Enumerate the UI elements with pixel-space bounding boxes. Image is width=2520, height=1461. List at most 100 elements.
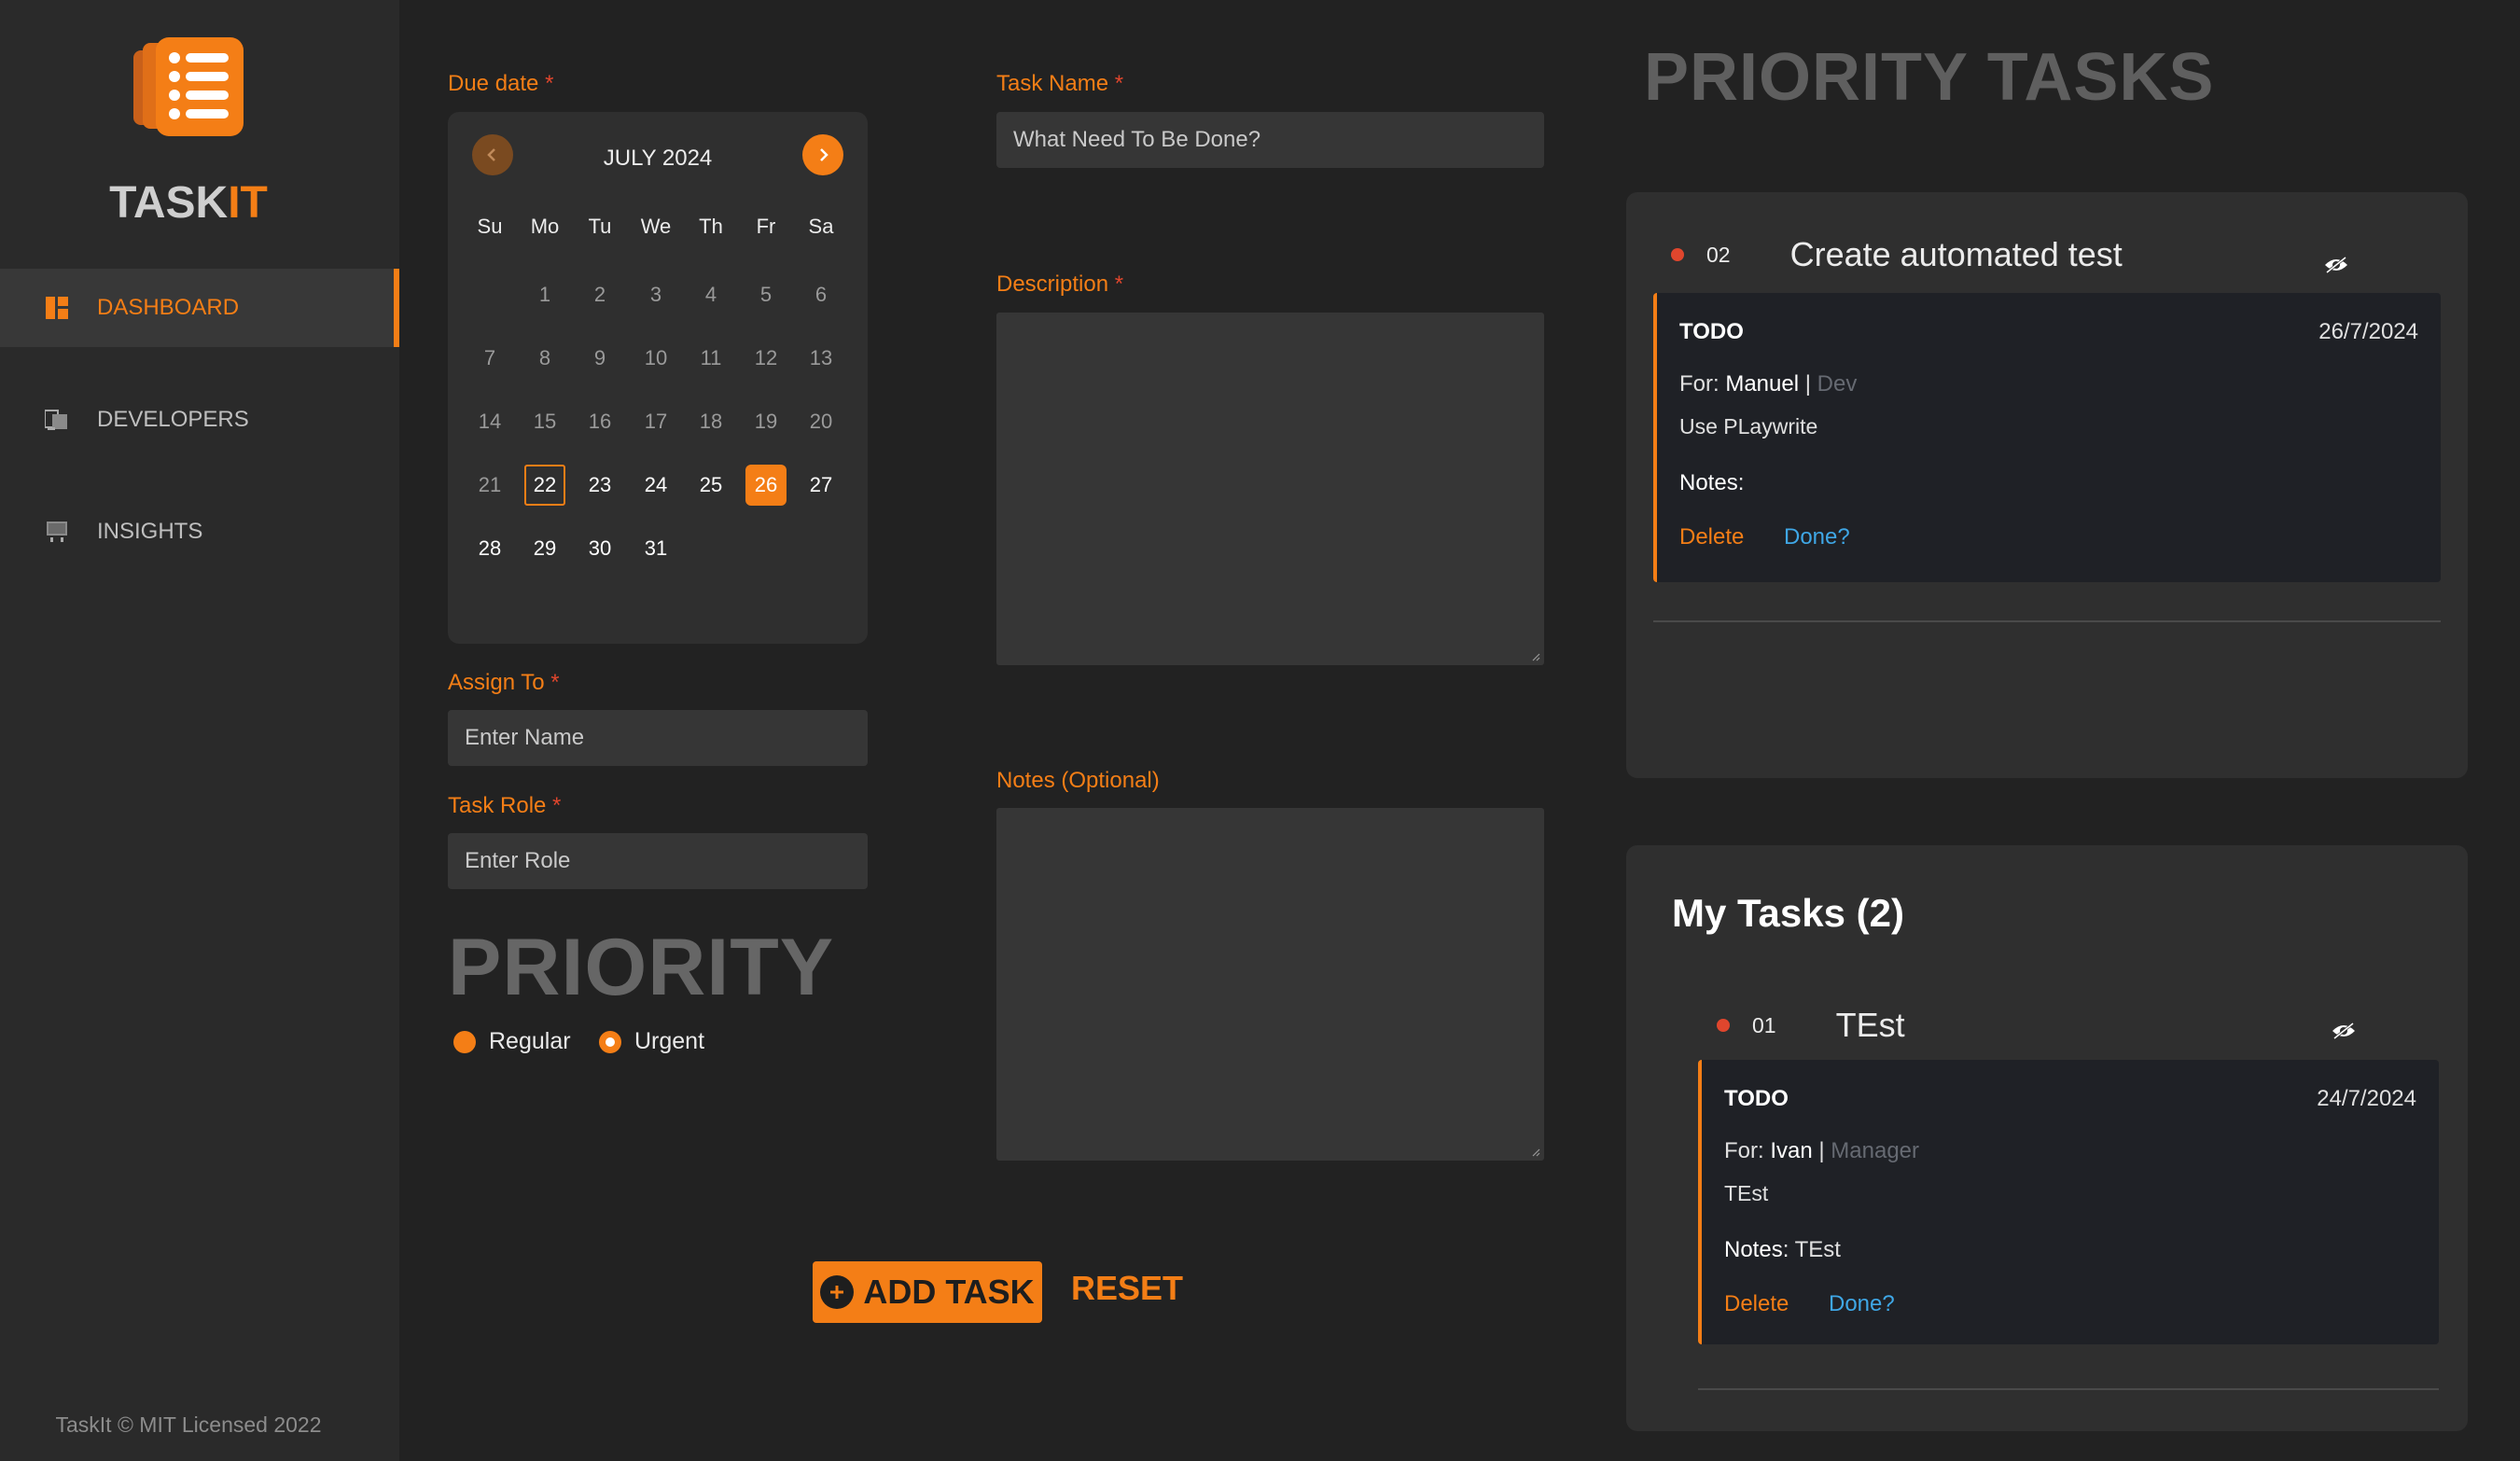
- calendar-day[interactable]: 21: [469, 465, 510, 506]
- calendar-day[interactable]: 29: [524, 528, 565, 569]
- done-task-button[interactable]: Done?: [1829, 1291, 1895, 1317]
- nav-item-dashboard[interactable]: DASHBOARD: [0, 269, 399, 347]
- task-role-label: Task Role *: [448, 793, 562, 818]
- notes-textarea[interactable]: [996, 808, 1544, 1161]
- calendar-day[interactable]: 7: [469, 338, 510, 379]
- task-notes: Notes: TEst: [1724, 1237, 1841, 1262]
- sidebar: TASKIT DASHBOARD DEVELOPERS INSIGHTS Tas…: [0, 0, 399, 1461]
- dashboard-icon: [45, 296, 69, 320]
- description-textarea[interactable]: [996, 313, 1544, 665]
- calendar: JULY 2024 Su Mo Tu We Th Fr Sa 1 2 3 4 5 6 7 8 9 10 11 12 1…: [448, 112, 868, 644]
- task-assignee: For: Ivan | Manager: [1724, 1138, 1920, 1163]
- calendar-day[interactable]: 17: [635, 401, 676, 442]
- task-header[interactable]: 02 Create automated test: [1671, 235, 2123, 274]
- done-task-button[interactable]: Done?: [1784, 524, 1850, 550]
- nav-item-label: DEVELOPERS: [97, 407, 249, 432]
- taskit-logo-icon: [133, 37, 244, 136]
- task-description: Use PLaywrite: [1679, 414, 1818, 438]
- calendar-day[interactable]: 28: [469, 528, 510, 569]
- delete-task-button[interactable]: Delete: [1724, 1291, 1789, 1317]
- radio-urgent-label: Urgent: [634, 1028, 705, 1054]
- calendar-day[interactable]: 22: [524, 465, 565, 506]
- priority-tasks-panel: 02 Create automated test TODO 26/7/2024 …: [1626, 192, 2468, 778]
- insights-icon: [45, 520, 69, 544]
- task-status: TODO: [1724, 1086, 1789, 1111]
- calendar-day[interactable]: 13: [801, 338, 842, 379]
- calendar-weekday: We: [640, 215, 672, 238]
- calendar-day[interactable]: 26: [745, 465, 787, 506]
- calendar-day[interactable]: 3: [635, 274, 676, 315]
- task-title: Create automated test: [1789, 235, 2123, 273]
- calendar-day[interactable]: 23: [579, 465, 620, 506]
- task-card: TODO 26/7/2024 For: Manuel | Dev Use PLa…: [1653, 293, 2441, 582]
- calendar-day[interactable]: 19: [745, 401, 787, 442]
- my-tasks-heading: My Tasks (2): [1672, 891, 1904, 935]
- calendar-day[interactable]: 31: [635, 528, 676, 569]
- due-date-label: Due date *: [448, 71, 554, 96]
- priority-tasks-heading: PRIORITY TASKS: [1644, 40, 2215, 115]
- calendar-next-button[interactable]: [802, 134, 843, 175]
- radio-regular-dot: [453, 1030, 476, 1053]
- nav-item-insights[interactable]: INSIGHTS: [0, 493, 399, 571]
- calendar-day[interactable]: 30: [579, 528, 620, 569]
- calendar-weekday: Fr: [756, 215, 776, 238]
- task-date: 26/7/2024: [2318, 319, 2418, 344]
- calendar-day[interactable]: 8: [524, 338, 565, 379]
- calendar-day[interactable]: 14: [469, 401, 510, 442]
- eye-off-icon[interactable]: [2324, 256, 2348, 274]
- calendar-day[interactable]: 24: [635, 465, 676, 506]
- task-notes: Notes:: [1679, 470, 1745, 495]
- status-bullet-icon: [1717, 1019, 1730, 1032]
- calendar-day[interactable]: 6: [801, 274, 842, 315]
- task-number: 02: [1706, 242, 1731, 267]
- task-name-label: Task Name *: [996, 71, 1124, 96]
- reset-button[interactable]: RESET: [1071, 1269, 1183, 1308]
- calendar-day[interactable]: 9: [579, 338, 620, 379]
- calendar-day[interactable]: 10: [635, 338, 676, 379]
- calendar-day[interactable]: 11: [690, 338, 731, 379]
- calendar-weekday: Su: [477, 215, 503, 238]
- footer-copyright: TaskIt © MIT Licensed 2022: [55, 1412, 322, 1437]
- calendar-day[interactable]: 16: [579, 401, 620, 442]
- developers-icon: [45, 408, 69, 432]
- status-bullet-icon: [1671, 248, 1684, 261]
- calendar-weekday: Sa: [808, 215, 834, 238]
- calendar-day[interactable]: 27: [801, 465, 842, 506]
- calendar-weekday: Tu: [588, 215, 612, 238]
- task-number: 01: [1752, 1012, 1776, 1037]
- priority-heading: PRIORITY: [448, 923, 835, 1012]
- notes-label: Notes (Optional): [996, 768, 1160, 793]
- task-name-input[interactable]: What Need To Be Done?: [996, 112, 1544, 168]
- calendar-day[interactable]: 2: [579, 274, 620, 315]
- resize-grip-icon[interactable]: [1531, 1148, 1540, 1157]
- calendar-weekday: Mo: [530, 215, 560, 238]
- delete-task-button[interactable]: Delete: [1679, 524, 1744, 550]
- nav-item-developers[interactable]: DEVELOPERS: [0, 381, 399, 459]
- radio-urgent-dot: [599, 1030, 621, 1053]
- calendar-day[interactable]: 15: [524, 401, 565, 442]
- assign-to-label: Assign To *: [448, 670, 560, 695]
- calendar-day[interactable]: 4: [690, 274, 731, 315]
- priority-urgent-radio[interactable]: Urgent: [599, 1028, 704, 1055]
- assign-to-input[interactable]: Enter Name: [448, 710, 868, 766]
- add-task-label: ADD TASK: [863, 1273, 1035, 1311]
- eye-off-icon[interactable]: [2332, 1022, 2356, 1040]
- resize-grip-icon[interactable]: [1531, 652, 1540, 661]
- nav-item-label: DASHBOARD: [97, 295, 240, 320]
- add-task-button[interactable]: ADD TASK: [813, 1261, 1042, 1323]
- plus-circle-icon: [820, 1275, 855, 1309]
- chevron-right-icon: [820, 148, 828, 161]
- calendar-day[interactable]: 25: [690, 465, 731, 506]
- calendar-day[interactable]: 12: [745, 338, 787, 379]
- task-card: TODO 24/7/2024 For: Ivan | Manager TEst …: [1698, 1060, 2439, 1344]
- task-header[interactable]: 01 TEst: [1717, 1006, 1905, 1045]
- task-role-input[interactable]: Enter Role: [448, 833, 868, 889]
- radio-regular-label: Regular: [489, 1028, 571, 1054]
- calendar-day[interactable]: 18: [690, 401, 731, 442]
- calendar-day[interactable]: 20: [801, 401, 842, 442]
- calendar-day[interactable]: 5: [745, 274, 787, 315]
- description-label: Description *: [996, 271, 1124, 297]
- calendar-day[interactable]: 1: [524, 274, 565, 315]
- priority-regular-radio[interactable]: Regular: [453, 1028, 571, 1055]
- task-description: TEst: [1724, 1181, 1769, 1205]
